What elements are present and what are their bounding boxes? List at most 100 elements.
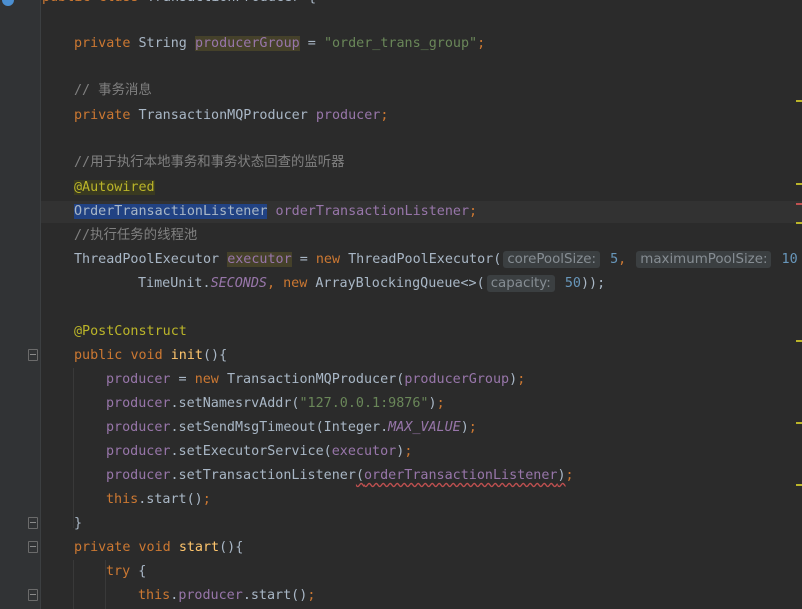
scrollbar-marker[interactable] [796,100,802,102]
code-token: ) [557,468,566,483]
code-token: ) [509,372,518,387]
keyword-token: class [98,0,146,5]
code-line-comment[interactable]: //执行任务的线程池 [74,226,197,246]
keyword-token: public [42,0,98,5]
code-line-closing-brace[interactable]: } [74,514,82,534]
code-token: OrderTransactionListener [74,204,268,219]
keyword-token: ; [565,468,574,483]
code-line-executor-continuation[interactable]: TimeUnit.SECONDS, new ArrayBlockingQueue… [138,274,605,294]
code-token: TimeUnit. [138,276,211,291]
comment-token: //用于执行本地事务和事务状态回查的监听器 [74,155,345,170]
code-line-statement[interactable]: producer.setExecutorService(executor); [106,442,412,462]
field-token: orderTransactionListener [364,468,558,483]
code-token: TransactionMQProducer [138,108,316,123]
keyword-token: ; [469,204,478,219]
code-line-comment[interactable]: // 事务消息 [74,81,152,101]
code-line-statement[interactable]: producer.setTransactionListener(orderTra… [106,466,574,486]
code-token: { [138,564,147,579]
code-line-init-method[interactable]: public void init(){ [74,346,227,366]
code-token: String [138,36,195,51]
keyword-token: this [106,492,139,507]
code-token: )); [580,276,606,291]
field-token: orderTransactionListener [275,204,470,219]
code-line-comment[interactable]: //用于执行本地事务和事务状态回查的监听器 [74,153,345,173]
keyword-token: try [106,564,139,579]
keyword-token: ; [517,372,526,387]
method-name-token: init [170,348,203,363]
code-line-autowired-annotation[interactable]: @Autowired [74,178,155,198]
code-line-statement[interactable]: this.start(); [106,490,211,510]
field-token: producer [106,396,171,411]
annotation-token: @Autowired [74,180,155,195]
code-token: TransactionMQProducer( [226,372,405,387]
code-token: .setTransactionListener [170,468,356,483]
number-token: 50 [556,276,581,291]
scrollbar-marker[interactable] [796,422,802,424]
code-token: = [299,36,324,51]
code-line-postconstruct-annotation[interactable]: @PostConstruct [74,322,187,342]
code-token: ThreadPoolExecutor( [348,252,502,267]
field-token: producer [106,468,171,483]
parameter-hint: capacity: [486,275,555,292]
code-line-statement[interactable]: producer.setNamesrvAddr("127.0.0.1:9876"… [106,394,445,414]
keyword-token: , [618,252,635,267]
code-token: = [291,252,316,267]
code-token: .start() [138,492,203,507]
scrollbar-marker[interactable] [796,340,802,342]
scrollbar-marker[interactable] [796,484,802,486]
code-token: ) [428,396,437,411]
annotation-token: @PostConstruct [74,324,187,339]
number-token: 10 [773,252,798,267]
code-token: ArrayBlockingQueue<>( [315,276,485,291]
keyword-token: private [74,108,139,123]
code-line-producer-field[interactable]: private TransactionMQProducer producer; [74,106,388,126]
code-line-statement[interactable]: producer.setSendMsgTimeout(Integer.MAX_V… [106,418,477,438]
keyword-token: private [74,540,139,555]
keyword-token: public [74,348,131,363]
code-token: .setExecutorService( [170,444,332,459]
comment-token: //执行任务的线程池 [74,228,198,243]
keyword-token: ; [380,108,389,123]
string-token: "127.0.0.1:9876" [299,396,429,411]
field-token: producer [178,588,243,603]
keyword-token: ; [436,396,445,411]
keyword-token: ; [404,444,413,459]
code-token: .setNamesrvAddr( [170,396,300,411]
field-token: SECONDS [210,276,267,291]
code-token: (){ [203,348,228,363]
code-editor[interactable]: public class TransactionProducer { priva… [0,0,802,609]
parameter-hint: maximumPoolSize: [636,251,772,268]
code-line-statement[interactable]: producer = new TransactionMQProducer(pro… [106,370,525,390]
code-line-producer-group[interactable]: private String producerGroup = "order_tr… [74,34,485,54]
parameter-hint: corePoolSize: [503,251,601,268]
method-name-token: start [178,540,220,555]
keyword-token: ; [202,492,211,507]
keyword-token: void [138,540,179,555]
code-line-class-declaration[interactable]: public class TransactionProducer { [42,0,316,8]
field-token: producerGroup [404,372,510,387]
field-token: MAX_VALUE [388,420,461,435]
scrollbar-marker[interactable] [796,203,802,205]
field-token: producer [106,444,171,459]
code-line-executor-field[interactable]: ThreadPoolExecutor executor = new Thread… [74,250,798,270]
field-token: producer [315,108,381,123]
keyword-token: ; [477,36,486,51]
code-token: .start() [242,588,308,603]
keyword-token: new [194,372,227,387]
keyword-token: ; [307,588,316,603]
code-line-statement[interactable]: this.producer.start(); [138,586,315,606]
scrollbar-marker[interactable] [796,222,802,224]
keyword-token: new [283,276,316,291]
string-token: "order_trans_group" [323,36,478,51]
code-line-start-method[interactable]: private void start(){ [74,538,243,558]
code-line-listener-field[interactable]: OrderTransactionListener orderTransactio… [74,202,477,222]
code-token: ThreadPoolExecutor [74,252,228,267]
field-token: executor [331,444,397,459]
comment-token: // 事务消息 [74,83,152,98]
code-line-try-block[interactable]: try { [106,562,146,582]
scrollbar-marker[interactable] [796,183,802,185]
keyword-token: void [130,348,171,363]
keyword-token: new [315,252,349,267]
keyword-token: this [138,588,171,603]
